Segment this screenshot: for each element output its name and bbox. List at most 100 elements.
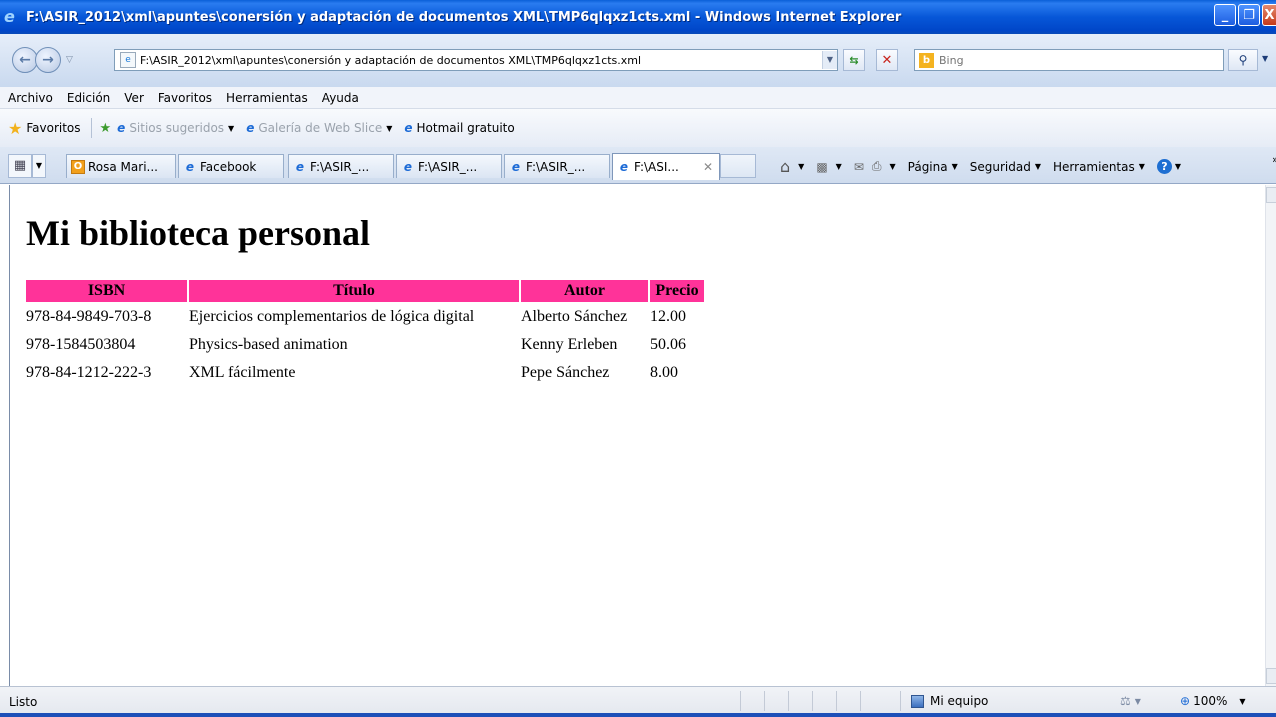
suggested-sites-dropdown[interactable]: ▼ (228, 124, 234, 133)
column-header-isbn: ISBN (26, 280, 187, 302)
menu-herramientas[interactable]: Herramientas (226, 91, 308, 105)
tab-file-3[interactable]: e F:\ASIR_... (504, 154, 610, 178)
protected-mode-dropdown[interactable]: ▼ (1135, 697, 1141, 706)
tab-file-2[interactable]: e F:\ASIR_... (396, 154, 502, 178)
hotmail-link[interactable]: Hotmail gratuito (417, 121, 515, 135)
quick-tabs-button[interactable]: ▦ (8, 154, 32, 178)
refresh-button[interactable]: ⇆ (843, 49, 865, 71)
stop-button[interactable]: ✕ (876, 49, 898, 71)
tab-file-1[interactable]: e F:\ASIR_... (288, 154, 394, 178)
address-dropdown-button[interactable]: ▼ (822, 51, 837, 69)
url-input[interactable] (140, 53, 822, 67)
feeds-dropdown[interactable]: ▼ (836, 162, 842, 171)
favorites-button[interactable]: Favoritos (26, 121, 80, 135)
outlook-icon: O (71, 159, 85, 174)
scroll-up-button[interactable] (1266, 187, 1276, 203)
home-dropdown[interactable]: ▼ (798, 162, 804, 171)
table-row: 978-84-1212-222-3 XML fácilmente Pepe Sá… (26, 360, 704, 386)
tools-menu[interactable]: Herramientas (1053, 160, 1135, 174)
isbn-cell: 978-1584503804 (26, 336, 136, 353)
isbn-cell: 978-84-1212-222-3 (26, 364, 152, 381)
tab-row: ▦ ▼ O Rosa Mari... e Facebook e F:\ASIR_… (0, 147, 1276, 184)
chevron-more-icon[interactable]: » (1272, 153, 1276, 166)
title-cell: Physics-based animation (189, 336, 348, 353)
search-button[interactable]: ⚲ (1228, 49, 1258, 71)
column-header-title: Título (189, 280, 519, 302)
security-zone[interactable]: Mi equipo (911, 694, 988, 708)
home-icon[interactable]: ⌂ (780, 157, 790, 176)
ie-page-icon: e (246, 121, 255, 135)
author-cell: Pepe Sánchez (521, 364, 610, 381)
tab-label: F:\ASIR_... (310, 159, 370, 174)
menu-edicion[interactable]: Edición (67, 91, 110, 105)
menu-ver[interactable]: Ver (124, 91, 144, 105)
author-cell: Alberto Sánchez (521, 308, 628, 325)
safety-menu-dropdown[interactable]: ▼ (1035, 162, 1041, 171)
column-header-author: Autor (521, 280, 648, 302)
search-options-dropdown[interactable]: ▼ (1262, 54, 1268, 63)
status-text: Listo (9, 695, 38, 709)
tab-list-dropdown[interactable]: ▼ (32, 154, 46, 178)
ie-page-icon: e (295, 159, 305, 174)
tab-label: F:\ASIR_... (418, 159, 478, 174)
window-title: F:\ASIR_2012\xml\apuntes\conersión y ada… (26, 9, 902, 25)
search-input[interactable] (939, 53, 1223, 67)
vertical-scrollbar[interactable] (1265, 185, 1276, 686)
feeds-icon[interactable]: ▩ (816, 160, 827, 174)
mail-icon[interactable]: ✉ (854, 160, 864, 174)
column-header-price: Precio (650, 280, 704, 302)
print-dropdown[interactable]: ▼ (889, 162, 895, 171)
help-dropdown[interactable]: ▼ (1175, 162, 1181, 171)
price-cell: 50.06 (650, 336, 686, 353)
author-cell: Kenny Erleben (521, 336, 618, 353)
web-slice-gallery-link[interactable]: Galería de Web Slice (258, 121, 382, 135)
tab-label: Facebook (200, 159, 257, 174)
minimize-button[interactable]: _ (1214, 4, 1236, 26)
title-bar: e F:\ASIR_2012\xml\apuntes\conersión y a… (0, 0, 1276, 34)
ie-page-icon: e (403, 159, 413, 174)
tab-outlook[interactable]: O Rosa Mari... (66, 154, 176, 178)
tools-menu-dropdown[interactable]: ▼ (1139, 162, 1145, 171)
zoom-control[interactable]: ⊕ 100% ▼ (1180, 694, 1246, 708)
recent-pages-dropdown[interactable]: ▽ (66, 55, 73, 65)
divider (788, 691, 789, 711)
page-menu-dropdown[interactable]: ▼ (952, 162, 958, 171)
new-tab-button[interactable] (720, 154, 756, 178)
page-icon: e (120, 52, 136, 68)
close-tab-icon[interactable]: ✕ (703, 160, 713, 174)
ie-page-icon: e (511, 159, 521, 174)
divider (90, 118, 92, 138)
tab-active[interactable]: e F:\ASI... ✕ (612, 153, 720, 180)
favorites-bar: ★ Favoritos ★ e Sitios sugeridos ▼ e Gal… (0, 109, 1276, 147)
title-cell: XML fácilmente (189, 364, 296, 381)
address-field[interactable]: e ▼ (114, 49, 838, 71)
protected-mode-indicator[interactable]: ⚖ ▼ (1120, 694, 1141, 708)
menu-favoritos[interactable]: Favoritos (158, 91, 212, 105)
menu-archivo[interactable]: Archivo (8, 91, 53, 105)
books-table: ISBN Título Autor Precio 978-84-9849-703… (24, 278, 706, 388)
price-cell: 8.00 (650, 364, 678, 381)
safety-menu[interactable]: Seguridad (970, 160, 1031, 174)
web-slice-dropdown[interactable]: ▼ (386, 124, 392, 133)
tab-facebook[interactable]: e Facebook (178, 154, 284, 178)
print-icon[interactable]: ⎙ (872, 159, 882, 174)
navigation-buttons: ← → ▽ (12, 47, 73, 73)
suggested-sites-link[interactable]: Sitios sugeridos (129, 121, 224, 135)
table-row: 978-84-9849-703-8 Ejercicios complementa… (26, 304, 704, 330)
add-to-favorites-icon[interactable]: ★ (100, 121, 112, 136)
close-button[interactable]: X (1262, 4, 1276, 26)
computer-icon (911, 694, 924, 708)
bing-icon: b (919, 52, 934, 68)
table-header-row: ISBN Título Autor Precio (26, 280, 704, 302)
forward-button[interactable]: → (35, 47, 61, 73)
divider (764, 691, 765, 711)
table-row: 978-1584503804 Physics-based animation K… (26, 332, 704, 358)
search-box[interactable]: b (914, 49, 1224, 71)
maximize-button[interactable]: ❐ (1238, 4, 1260, 26)
zoom-dropdown[interactable]: ▼ (1239, 697, 1245, 706)
window-bottom-edge (0, 713, 1276, 717)
page-menu[interactable]: Página (908, 160, 948, 174)
menu-ayuda[interactable]: Ayuda (322, 91, 359, 105)
help-icon[interactable]: ? (1156, 159, 1172, 174)
scroll-down-button[interactable] (1266, 668, 1276, 684)
